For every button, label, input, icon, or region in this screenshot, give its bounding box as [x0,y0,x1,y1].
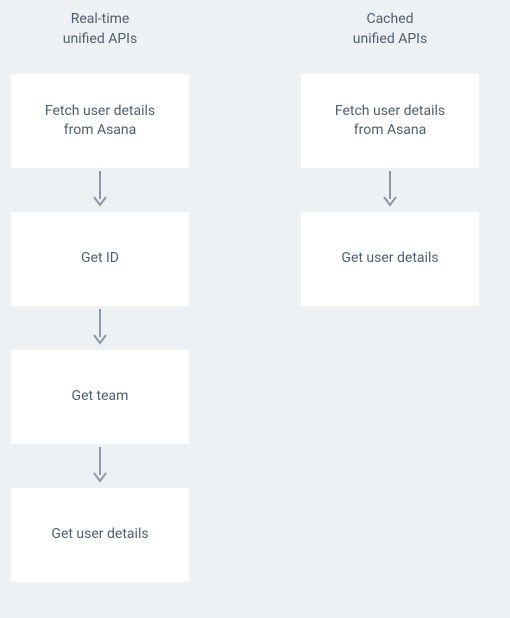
arrow-down-icon-svg [93,171,107,209]
step-cached-1: Get user details [300,211,480,307]
step-realtime-3: Get user details [10,487,190,583]
arrow-down-icon [383,169,397,211]
step-realtime-2: Get team [10,349,190,445]
arrow-down-icon [93,445,107,487]
column-title-realtime: Real-time unified APIs [63,10,137,49]
arrow-down-icon [93,169,107,211]
flow-diagram: Real-time unified APIs Fetch user detail… [0,0,510,603]
arrow-down-icon-svg [93,309,107,347]
step-realtime-1: Get ID [10,211,190,307]
arrow-down-icon-svg [383,171,397,209]
step-cached-0: Fetch user details from Asana [300,73,480,169]
arrow-down-icon [93,307,107,349]
step-realtime-0: Fetch user details from Asana [10,73,190,169]
column-title-cached: Cached unified APIs [353,10,427,49]
column-cached: Cached unified APIs Fetch user details f… [300,10,480,307]
column-realtime: Real-time unified APIs Fetch user detail… [10,10,190,583]
arrow-down-icon-svg [93,447,107,485]
